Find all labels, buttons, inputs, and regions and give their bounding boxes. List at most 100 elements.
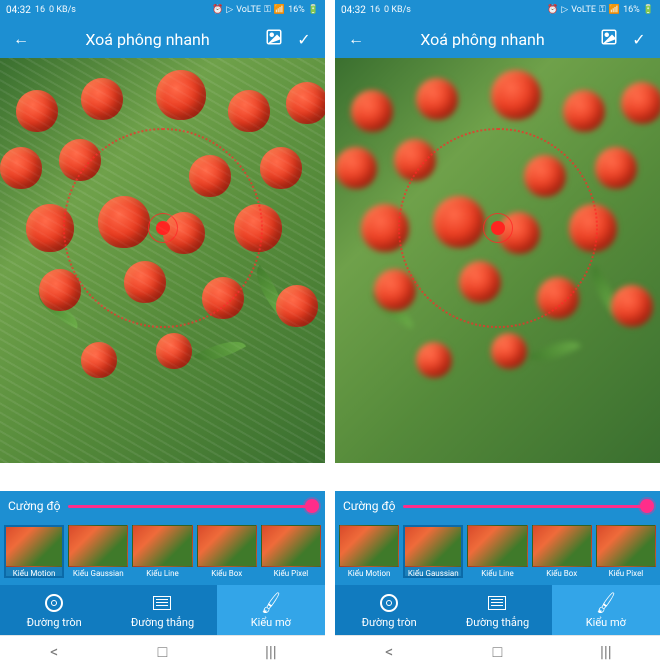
style-motion[interactable]: Kiểu Motion [339, 525, 399, 578]
style-thumb [467, 525, 527, 567]
status-net: 16 [370, 5, 380, 15]
style-label: Kiểu Pixel [274, 569, 309, 578]
page-title: Xoá phông nhanh [40, 30, 255, 49]
blur-styles: Kiểu Motion Kiểu Gaussian Kiểu Line Kiểu… [335, 521, 660, 585]
style-label: Kiểu Gaussian [73, 569, 124, 578]
nav-back-icon[interactable]: < [375, 642, 403, 661]
status-kbs: 0 KB/s [384, 5, 411, 15]
image-canvas[interactable] [0, 58, 325, 463]
tab-line[interactable]: Đường thẳng [443, 585, 551, 635]
tab-label: Kiểu mờ [586, 616, 626, 629]
style-label: Kiểu Line [481, 569, 514, 578]
style-gaussian[interactable]: Kiểu Gaussian [68, 525, 128, 578]
style-line[interactable]: Kiểu Line [132, 525, 192, 578]
style-thumb [68, 525, 128, 567]
slider-thumb[interactable] [305, 499, 319, 513]
gallery-icon[interactable] [598, 28, 620, 50]
style-gaussian[interactable]: Kiểu Gaussian [403, 525, 463, 578]
style-thumb [403, 525, 463, 567]
intensity-slider[interactable] [403, 505, 652, 508]
confirm-icon[interactable]: ✓ [628, 30, 650, 49]
nav-back-icon[interactable]: < [40, 642, 68, 661]
wifi-icon: ⚿ [599, 5, 606, 15]
volte-icon: VoLTE [571, 5, 596, 15]
intensity-label: Cường độ [8, 499, 60, 513]
style-label: Kiểu Motion [348, 569, 391, 578]
alarm-icon: ⏰ [212, 5, 223, 15]
blur-styles: Kiểu Motion Kiểu Gaussian Kiểu Line Kiểu… [0, 521, 325, 585]
style-thumb [339, 525, 399, 567]
intensity-slider-row: Cường độ [335, 491, 660, 521]
intensity-slider-row: Cường độ [0, 491, 325, 521]
status-time: 04:32 [341, 5, 366, 16]
lines-icon [486, 592, 508, 614]
style-thumb [4, 525, 64, 567]
signal-icon: 📶 [274, 5, 285, 15]
alarm-icon: ⏰ [547, 5, 558, 15]
style-line[interactable]: Kiểu Line [467, 525, 527, 578]
style-label: Kiểu Box [546, 569, 577, 578]
brush-icon: 🖌 [258, 590, 283, 615]
style-label: Kiểu Gaussian [408, 569, 459, 578]
circle-icon [378, 592, 400, 614]
battery-icon: 🔋 [643, 5, 654, 15]
style-label: Kiểu Box [211, 569, 242, 578]
battery-pct: 16% [623, 5, 640, 15]
style-motion[interactable]: Kiểu Motion [4, 525, 64, 578]
statusbar: 04:32 16 0 KB/s ⏰ ▷ VoLTE ⚿ 📶 16% 🔋 [0, 0, 325, 20]
style-thumb [132, 525, 192, 567]
gallery-icon[interactable] [263, 28, 285, 50]
playstore-icon: ▷ [226, 5, 233, 15]
tab-label: Đường thẳng [466, 616, 529, 629]
wifi-icon: ⚿ [264, 5, 271, 15]
appbar: ← Xoá phông nhanh ✓ [335, 20, 660, 58]
spacer [0, 463, 325, 491]
style-label: Kiểu Pixel [609, 569, 644, 578]
style-box[interactable]: Kiểu Box [532, 525, 592, 578]
tab-blurstyle[interactable]: 🖌 Kiểu mờ [217, 585, 325, 635]
slider-thumb[interactable] [640, 499, 654, 513]
statusbar: 04:32 16 0 KB/s ⏰ ▷ VoLTE ⚿ 📶 16% 🔋 [335, 0, 660, 20]
style-label: Kiểu Motion [13, 569, 56, 578]
bottom-tabs: Đường tròn Đường thẳng 🖌 Kiểu mờ [335, 585, 660, 635]
nav-recents-icon[interactable]: ||| [257, 642, 285, 661]
nav-home-icon[interactable]: □ [483, 642, 511, 662]
tab-blurstyle[interactable]: 🖌 Kiểu mờ [552, 585, 660, 635]
system-navbar: < □ ||| [335, 635, 660, 667]
status-time: 04:32 [6, 5, 31, 16]
intensity-slider[interactable] [68, 505, 317, 508]
circle-icon [43, 592, 65, 614]
style-label: Kiểu Line [146, 569, 179, 578]
tab-label: Kiểu mờ [251, 616, 291, 629]
tab-circle[interactable]: Đường tròn [0, 585, 108, 635]
nav-recents-icon[interactable]: ||| [592, 642, 620, 661]
back-icon[interactable]: ← [345, 29, 367, 49]
phone-right: 04:32 16 0 KB/s ⏰ ▷ VoLTE ⚿ 📶 16% 🔋 ← Xo… [335, 0, 660, 667]
style-pixel[interactable]: Kiểu Pixel [596, 525, 656, 578]
phone-left: 04:32 16 0 KB/s ⏰ ▷ VoLTE ⚿ 📶 16% 🔋 ← Xo… [0, 0, 325, 667]
playstore-icon: ▷ [561, 5, 568, 15]
focus-center-dot[interactable] [156, 221, 170, 235]
tab-line[interactable]: Đường thẳng [108, 585, 216, 635]
system-navbar: < □ ||| [0, 635, 325, 667]
page-title: Xoá phông nhanh [375, 30, 590, 49]
status-net: 16 [35, 5, 45, 15]
volte-icon: VoLTE [236, 5, 261, 15]
nav-home-icon[interactable]: □ [148, 642, 176, 662]
tab-circle[interactable]: Đường tròn [335, 585, 443, 635]
spacer [335, 463, 660, 491]
tab-label: Đường tròn [362, 616, 417, 629]
image-canvas[interactable] [335, 58, 660, 463]
appbar: ← Xoá phông nhanh ✓ [0, 20, 325, 58]
focus-center-dot[interactable] [491, 221, 505, 235]
intensity-label: Cường độ [343, 499, 395, 513]
signal-icon: 📶 [609, 5, 620, 15]
style-pixel[interactable]: Kiểu Pixel [261, 525, 321, 578]
status-kbs: 0 KB/s [49, 5, 76, 15]
style-thumb [261, 525, 321, 567]
confirm-icon[interactable]: ✓ [293, 30, 315, 49]
style-box[interactable]: Kiểu Box [197, 525, 257, 578]
back-icon[interactable]: ← [10, 29, 32, 49]
tab-label: Đường tròn [27, 616, 82, 629]
style-thumb [596, 525, 656, 567]
